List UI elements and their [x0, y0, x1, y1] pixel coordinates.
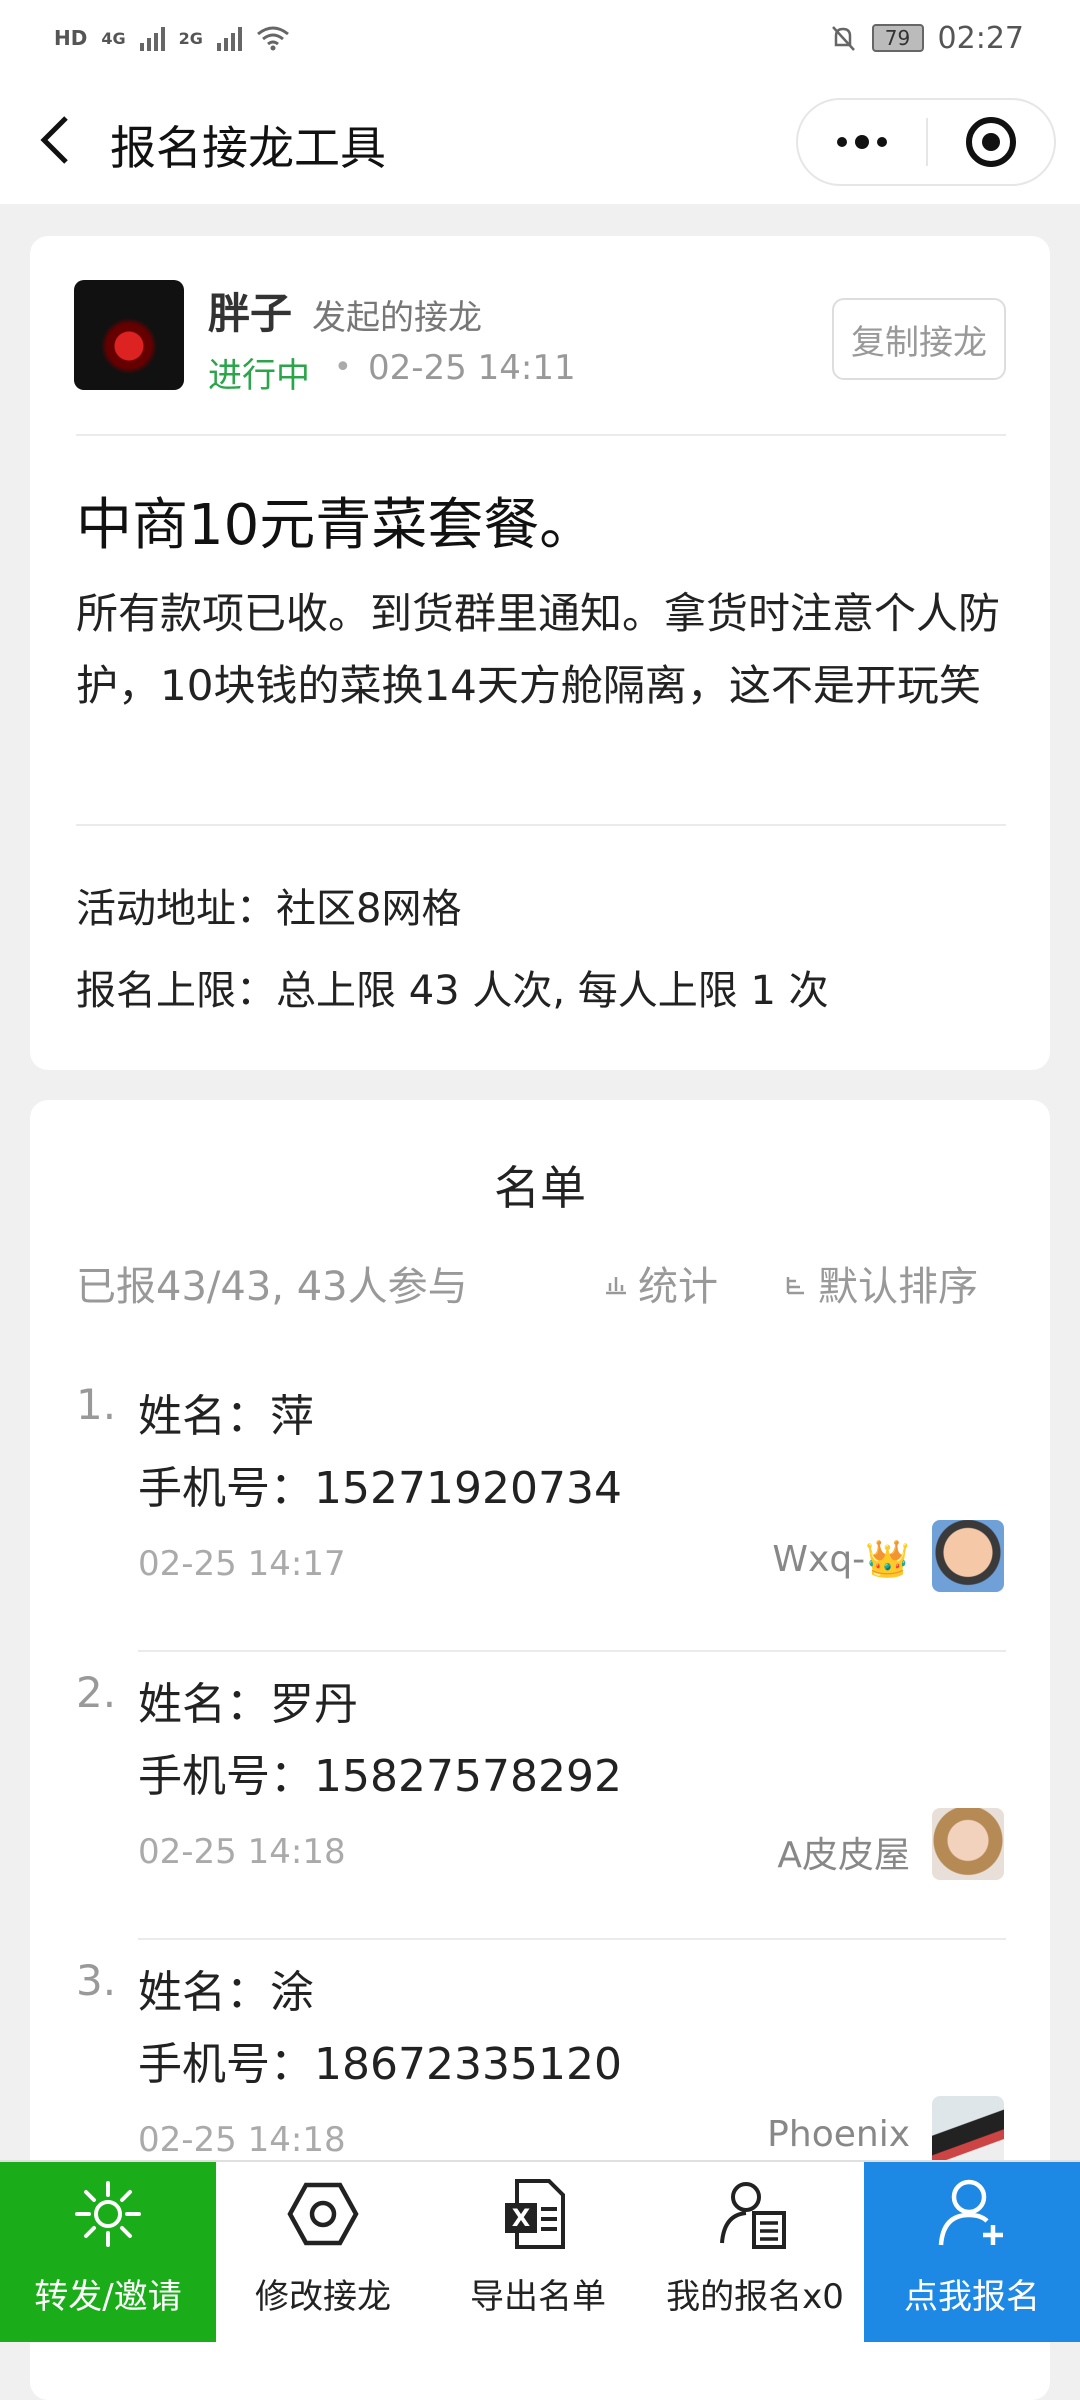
back-arrow-icon[interactable] [38, 114, 72, 166]
list-item[interactable]: 2. 姓名：罗丹 手机号：15827578292 02-25 14:18 A皮皮… [30, 1668, 1050, 1956]
edit-button[interactable]: 修改接龙 [216, 2162, 430, 2342]
more-button[interactable] [798, 100, 926, 184]
close-mini-program-button[interactable] [928, 100, 1054, 184]
entry-phone: 手机号：18672335120 [138, 2039, 622, 2090]
list-title: 名单 [494, 1161, 586, 1215]
mini-program-capsule [796, 98, 1056, 186]
nav-bar: 报名接龙工具 [0, 76, 1080, 204]
excel-icon: X [505, 2179, 565, 2249]
entry-time: 02-25 14:17 [138, 1544, 346, 1584]
sort-icon [786, 1277, 804, 1295]
share-label: 转发/邀请 [34, 2277, 182, 2317]
hd-label: HD [54, 26, 88, 50]
activity-address: 活动地址：社区8网格 [76, 886, 462, 932]
status-bar: HD 4G 2G 79 02:27 [0, 0, 1080, 76]
stats-button[interactable]: 统计 [602, 1254, 718, 1312]
entry-index: 3. [76, 1956, 117, 2005]
signal-icon-2 [216, 25, 242, 51]
host-avatar [74, 280, 184, 390]
svg-text:X: X [512, 2204, 531, 2232]
stats-label: 统计 [638, 1264, 718, 1310]
export-button[interactable]: X 导出名单 [430, 2162, 646, 2342]
host-name: 胖子 [208, 289, 293, 338]
my-signups-label: 我的报名x0 [666, 2277, 844, 2317]
host-suffix: 发起的接龙 [312, 298, 482, 338]
target-icon [965, 117, 1016, 167]
divider [76, 824, 1006, 826]
share-invite-button[interactable]: 转发/邀请 [0, 2162, 216, 2342]
hexagon-nut-icon [287, 2182, 359, 2246]
signal-icon [139, 25, 165, 51]
status-separator: • [334, 350, 352, 385]
add-user-icon [938, 2179, 1003, 2246]
4g-label: 4G [101, 28, 126, 48]
battery-icon: 79 [871, 24, 924, 52]
entry-index: 2. [76, 1668, 117, 1717]
signup-limit: 报名上限：总上限 43 人次, 每人上限 1 次 [76, 968, 829, 1014]
edit-label: 修改接龙 [255, 2277, 391, 2317]
entry-time: 02-25 14:18 [138, 2120, 346, 2160]
bar-chart-icon [606, 1277, 626, 1295]
entry-user: Phoenix [767, 2114, 910, 2155]
user-avatar [932, 1808, 1004, 1880]
entry-phone: 手机号：15271920734 [138, 1463, 622, 1514]
sort-button[interactable]: 默认排序 [782, 1254, 978, 1312]
entry-index: 1. [76, 1380, 117, 1429]
post-time: 02-25 14:11 [368, 348, 576, 388]
signup-label: 点我报名 [904, 2277, 1040, 2317]
user-document-icon [720, 2182, 786, 2249]
entry-name: 姓名：罗丹 [138, 1679, 358, 1730]
entry-user: Wxq-👑 [772, 1539, 910, 1580]
post-title: 中商10元青菜套餐。 [76, 493, 596, 558]
post-body: 所有款项已收。到货群里通知。拿货时注意个人防护，10块钱的菜换14天方舱隔离，这… [76, 589, 1001, 710]
entry-user: A皮皮屋 [777, 1835, 910, 1876]
entry-phone: 手机号：15827578292 [138, 1751, 622, 1802]
status-right: 79 02:27 [828, 21, 1024, 56]
2g-label: 2G [178, 28, 203, 48]
user-avatar [932, 1520, 1004, 1592]
export-label: 导出名单 [470, 2277, 606, 2317]
post-card: 胖子 发起的接龙 进行中 • 02-25 14:11 复制接龙 中商10元青菜套… [30, 236, 1050, 1070]
entry-name: 姓名：萍 [138, 1391, 314, 1442]
user-avatar [932, 2096, 1004, 2168]
clock: 02:27 [937, 20, 1024, 56]
list-item[interactable]: 1. 姓名：萍 手机号：15271920734 02-25 14:17 Wxq-… [30, 1380, 1050, 1668]
burst-icon [75, 2181, 141, 2247]
signup-button[interactable]: 点我报名 [864, 2162, 1080, 2342]
divider [138, 1650, 1006, 1652]
entry-time: 02-25 14:18 [138, 1832, 346, 1872]
page-title: 报名接龙工具 [110, 121, 386, 175]
copy-button[interactable]: 复制接龙 [832, 298, 1006, 380]
bell-muted-icon [831, 26, 855, 51]
status-left: HD 4G 2G [54, 25, 290, 51]
list-summary: 已报43/43, 43人参与 [76, 1264, 468, 1310]
divider [138, 1938, 1006, 1940]
divider [76, 434, 1006, 436]
status-badge: 进行中 [208, 356, 310, 396]
my-signups-button[interactable]: 我的报名x0 [646, 2162, 864, 2342]
sort-label: 默认排序 [818, 1264, 978, 1310]
bottom-toolbar: 转发/邀请 修改接龙 X 导出名单 我的报名x0 点我报名 [0, 2160, 1080, 2342]
entry-name: 姓名：涂 [138, 1967, 314, 2018]
wifi-icon [256, 26, 289, 51]
